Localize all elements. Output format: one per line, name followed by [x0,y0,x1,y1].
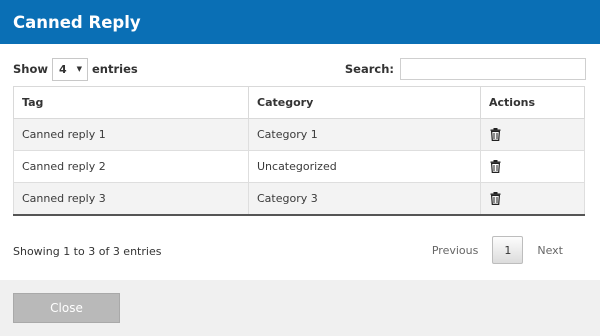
dialog-title: Canned Reply [13,12,141,32]
entries-label: entries [92,62,138,76]
table-row: Canned reply 1 Category 1 [13,118,585,151]
table-controls: Show 4 ▼ entries Search: [13,56,586,82]
trash-icon[interactable] [490,192,501,206]
canned-reply-table: Tag Category Actions Canned reply 1 Cate… [13,86,585,216]
table-info: Showing 1 to 3 of 3 entries [13,245,162,258]
dialog-header: Canned Reply [0,0,600,44]
cell-category: Uncategorized [248,150,481,183]
dialog-footer: Close [0,280,600,336]
pagination: Previous 1 Next [419,236,576,264]
page-button-current[interactable]: 1 [492,236,524,264]
page-length-select[interactable]: 4 ▼ [52,57,88,81]
chevron-down-icon: ▼ [76,65,82,73]
canned-reply-dialog: Canned Reply Show 4 ▼ entries Search: Ta… [0,0,600,336]
table-header-row: Tag Category Actions [13,86,585,119]
close-button[interactable]: Close [13,293,120,323]
show-label: Show [13,62,48,76]
column-header-category[interactable]: Category [248,86,481,119]
cell-tag: Canned reply 2 [13,150,249,183]
cell-actions [480,118,585,151]
cell-actions [480,150,585,183]
search-control: Search: [345,58,586,80]
column-header-tag[interactable]: Tag [13,86,249,119]
table-row: Canned reply 3 Category 3 [13,182,585,216]
cell-tag: Canned reply 1 [13,118,249,151]
page-length-value: 4 [59,62,67,76]
cell-actions [480,182,585,216]
trash-icon[interactable] [490,128,501,142]
search-label: Search: [344,62,394,76]
trash-icon[interactable] [490,160,501,174]
previous-page-button[interactable]: Previous [419,244,492,257]
search-input[interactable] [400,58,586,80]
cell-tag: Canned reply 3 [13,182,249,216]
column-header-actions: Actions [480,86,585,119]
cell-category: Category 3 [248,182,481,216]
table-row: Canned reply 2 Uncategorized [13,150,585,183]
cell-category: Category 1 [248,118,481,151]
next-page-button[interactable]: Next [524,244,576,257]
page-length-control: Show 4 ▼ entries [13,57,138,81]
